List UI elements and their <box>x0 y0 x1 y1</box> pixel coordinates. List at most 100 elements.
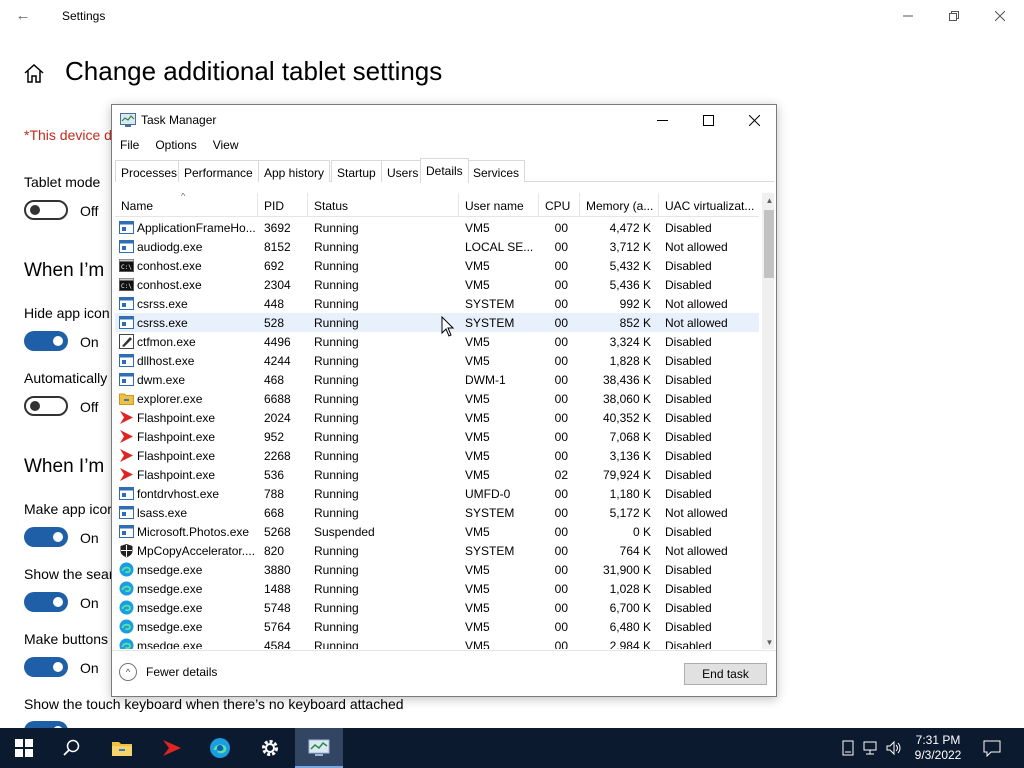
col-user-name[interactable]: User name <box>459 193 539 217</box>
cell-memory: 6,700 K <box>609 601 651 615</box>
cell-user: UMFD-0 <box>465 487 511 501</box>
tm-close-button[interactable] <box>731 105 777 135</box>
col-memory[interactable]: Memory (a... <box>580 193 659 217</box>
scroll-up-arrow-icon[interactable]: ▲ <box>762 193 774 208</box>
scroll-thumb[interactable] <box>764 210 774 278</box>
make-icons-toggle[interactable] <box>24 527 68 547</box>
tablet-tray-icon[interactable] <box>840 740 856 756</box>
col-status[interactable]: Status <box>308 193 459 217</box>
table-row[interactable]: dwm.exe 468 Running DWM-1 00 38,436 K Disabled <box>115 370 759 389</box>
table-row[interactable]: msedge.exe 3880 Running VM5 00 31,900 K Disabl… <box>115 560 759 579</box>
make-buttons-label: Make buttons <box>24 631 109 647</box>
table-row[interactable]: csrss.exe 528 Running SYSTEM 00 852 K Not allo… <box>115 313 759 332</box>
cell-memory: 1,828 K <box>609 354 651 368</box>
task-manager-app-icon <box>120 113 136 127</box>
back-arrow-icon[interactable]: ← <box>12 6 34 26</box>
tab-processes[interactable]: Processes <box>115 160 184 182</box>
tab-startup[interactable]: Startup <box>331 160 382 182</box>
table-row[interactable]: Flashpoint.exe 2268 Running VM5 00 3,136 K Dis… <box>115 446 759 465</box>
table-row[interactable]: ApplicationFrameHo... 3692 Running VM5 00 4,4… <box>115 218 759 237</box>
cell-user: SYSTEM <box>465 316 515 330</box>
tab-performance[interactable]: Performance <box>178 160 259 182</box>
home-icon[interactable] <box>22 62 46 86</box>
menu-options[interactable]: Options <box>147 136 204 156</box>
settings-window-title: Settings <box>62 9 106 23</box>
cell-memory: 0 K <box>632 525 651 539</box>
cell-status: Running <box>314 221 359 235</box>
menu-view[interactable]: View <box>205 136 247 156</box>
table-row[interactable]: C:\ conhost.exe 2304 Running VM5 00 5,436 K Dis… <box>115 275 759 294</box>
settings-minimize-button[interactable] <box>885 0 931 32</box>
table-row[interactable]: explorer.exe 6688 Running VM5 00 38,060 K Disa… <box>115 389 759 408</box>
table-row[interactable]: dllhost.exe 4244 Running VM5 00 1,828 K Disabl… <box>115 351 759 370</box>
cell-user: VM5 <box>465 582 490 596</box>
settings-close-button[interactable] <box>977 0 1023 32</box>
file-explorer-button[interactable] <box>98 728 146 768</box>
table-row[interactable]: msedge.exe 5748 Running VM5 00 6,700 K Disable… <box>115 598 759 617</box>
end-task-button[interactable]: End task <box>684 663 767 685</box>
cell-uac: Disabled <box>665 335 712 349</box>
cell-pid: 3880 <box>264 563 291 577</box>
make-buttons-toggle[interactable] <box>24 657 68 677</box>
cell-user: VM5 <box>465 430 490 444</box>
search-button[interactable] <box>48 728 96 768</box>
table-row[interactable]: C:\ conhost.exe 692 Running VM5 00 5,432 K Disa… <box>115 256 759 275</box>
start-button[interactable] <box>0 728 48 768</box>
cell-cpu: 00 <box>554 297 568 311</box>
cell-name: conhost.exe <box>137 259 202 273</box>
touch-keyboard-toggle[interactable] <box>24 721 68 728</box>
tablet-mode-toggle[interactable] <box>24 200 68 220</box>
taskbar-clock[interactable]: 7:31 PM 9/3/2022 <box>900 733 976 763</box>
make-icons-label: Make app icor <box>24 501 112 517</box>
tab-app-history[interactable]: App history <box>258 160 331 182</box>
table-row[interactable]: Microsoft.Photos.exe 5268 Suspended VM5 00 0 … <box>115 522 759 541</box>
tm-minimize-button[interactable] <box>639 105 685 135</box>
tab-services[interactable]: Services <box>467 160 526 182</box>
table-row[interactable]: csrss.exe 448 Running SYSTEM 00 992 K Not allo… <box>115 294 759 313</box>
table-row[interactable]: fontdrvhost.exe 788 Running UMFD-0 00 1,180 K… <box>115 484 759 503</box>
hide-icons-toggle[interactable] <box>24 331 68 351</box>
fewer-details-button[interactable]: ^ Fewer details <box>119 663 217 681</box>
table-row[interactable]: lsass.exe 668 Running SYSTEM 00 5,172 K Not al… <box>115 503 759 522</box>
col-cpu[interactable]: CPU <box>539 193 580 217</box>
network-icon[interactable] <box>863 740 879 756</box>
cell-pid: 4244 <box>264 354 291 368</box>
edge-button[interactable] <box>196 728 244 768</box>
task-manager-titlebar[interactable]: Task Manager <box>112 105 776 135</box>
tab-users[interactable]: Users <box>381 160 425 182</box>
task-manager-taskbar-button[interactable] <box>295 728 343 768</box>
fewer-details-label: Fewer details <box>146 665 218 679</box>
table-row[interactable]: msedge.exe 1488 Running VM5 00 1,028 K Disable… <box>115 579 759 598</box>
cell-memory: 79,924 K <box>602 468 651 482</box>
menu-file[interactable]: File <box>112 136 147 156</box>
table-row[interactable]: ctfmon.exe 4496 Running VM5 00 3,324 K Disable… <box>115 332 759 351</box>
table-row[interactable]: Flashpoint.exe 536 Running VM5 02 79,924 K Dis… <box>115 465 759 484</box>
vertical-scrollbar[interactable]: ▲ ▼ <box>762 193 774 649</box>
cell-uac: Not allowed <box>665 506 728 520</box>
settings-button[interactable] <box>246 728 294 768</box>
settings-restore-button[interactable] <box>931 0 977 32</box>
show-search-toggle[interactable] <box>24 592 68 612</box>
window-process-icon <box>119 486 134 501</box>
cell-memory: 40,352 K <box>602 411 651 425</box>
table-row[interactable]: MpCopyAccelerator.... 820 Running SYSTEM 00 7… <box>115 541 759 560</box>
tm-maximize-button[interactable] <box>685 105 731 135</box>
table-row[interactable]: msedge.exe 5764 Running VM5 00 6,480 K Disable… <box>115 617 759 636</box>
cell-cpu: 00 <box>554 525 568 539</box>
table-row[interactable]: Flashpoint.exe 2024 Running VM5 00 40,352 K Di… <box>115 408 759 427</box>
table-row[interactable]: Flashpoint.exe 952 Running VM5 00 7,068 K Disa… <box>115 427 759 446</box>
col-name[interactable]: Name <box>115 193 258 217</box>
search-icon <box>63 739 80 756</box>
cell-memory: 38,436 K <box>602 373 651 387</box>
scroll-down-arrow-icon[interactable]: ▼ <box>762 635 774 649</box>
col-uac[interactable]: UAC virtualizat... <box>659 193 759 217</box>
task-manager-tabs: Processes Performance App history Startu… <box>115 158 774 183</box>
table-row[interactable]: msedge.exe 4584 Running VM5 00 2,984 K Disable… <box>115 636 759 649</box>
notification-icon[interactable] <box>983 739 1001 757</box>
folder-process-icon <box>119 391 134 406</box>
col-pid[interactable]: PID <box>258 193 308 217</box>
auto-toggle[interactable] <box>24 396 68 416</box>
flashpoint-button[interactable] <box>148 728 196 768</box>
tab-details[interactable]: Details <box>420 158 469 183</box>
table-row[interactable]: audiodg.exe 8152 Running LOCAL SE... 00 3,712… <box>115 237 759 256</box>
